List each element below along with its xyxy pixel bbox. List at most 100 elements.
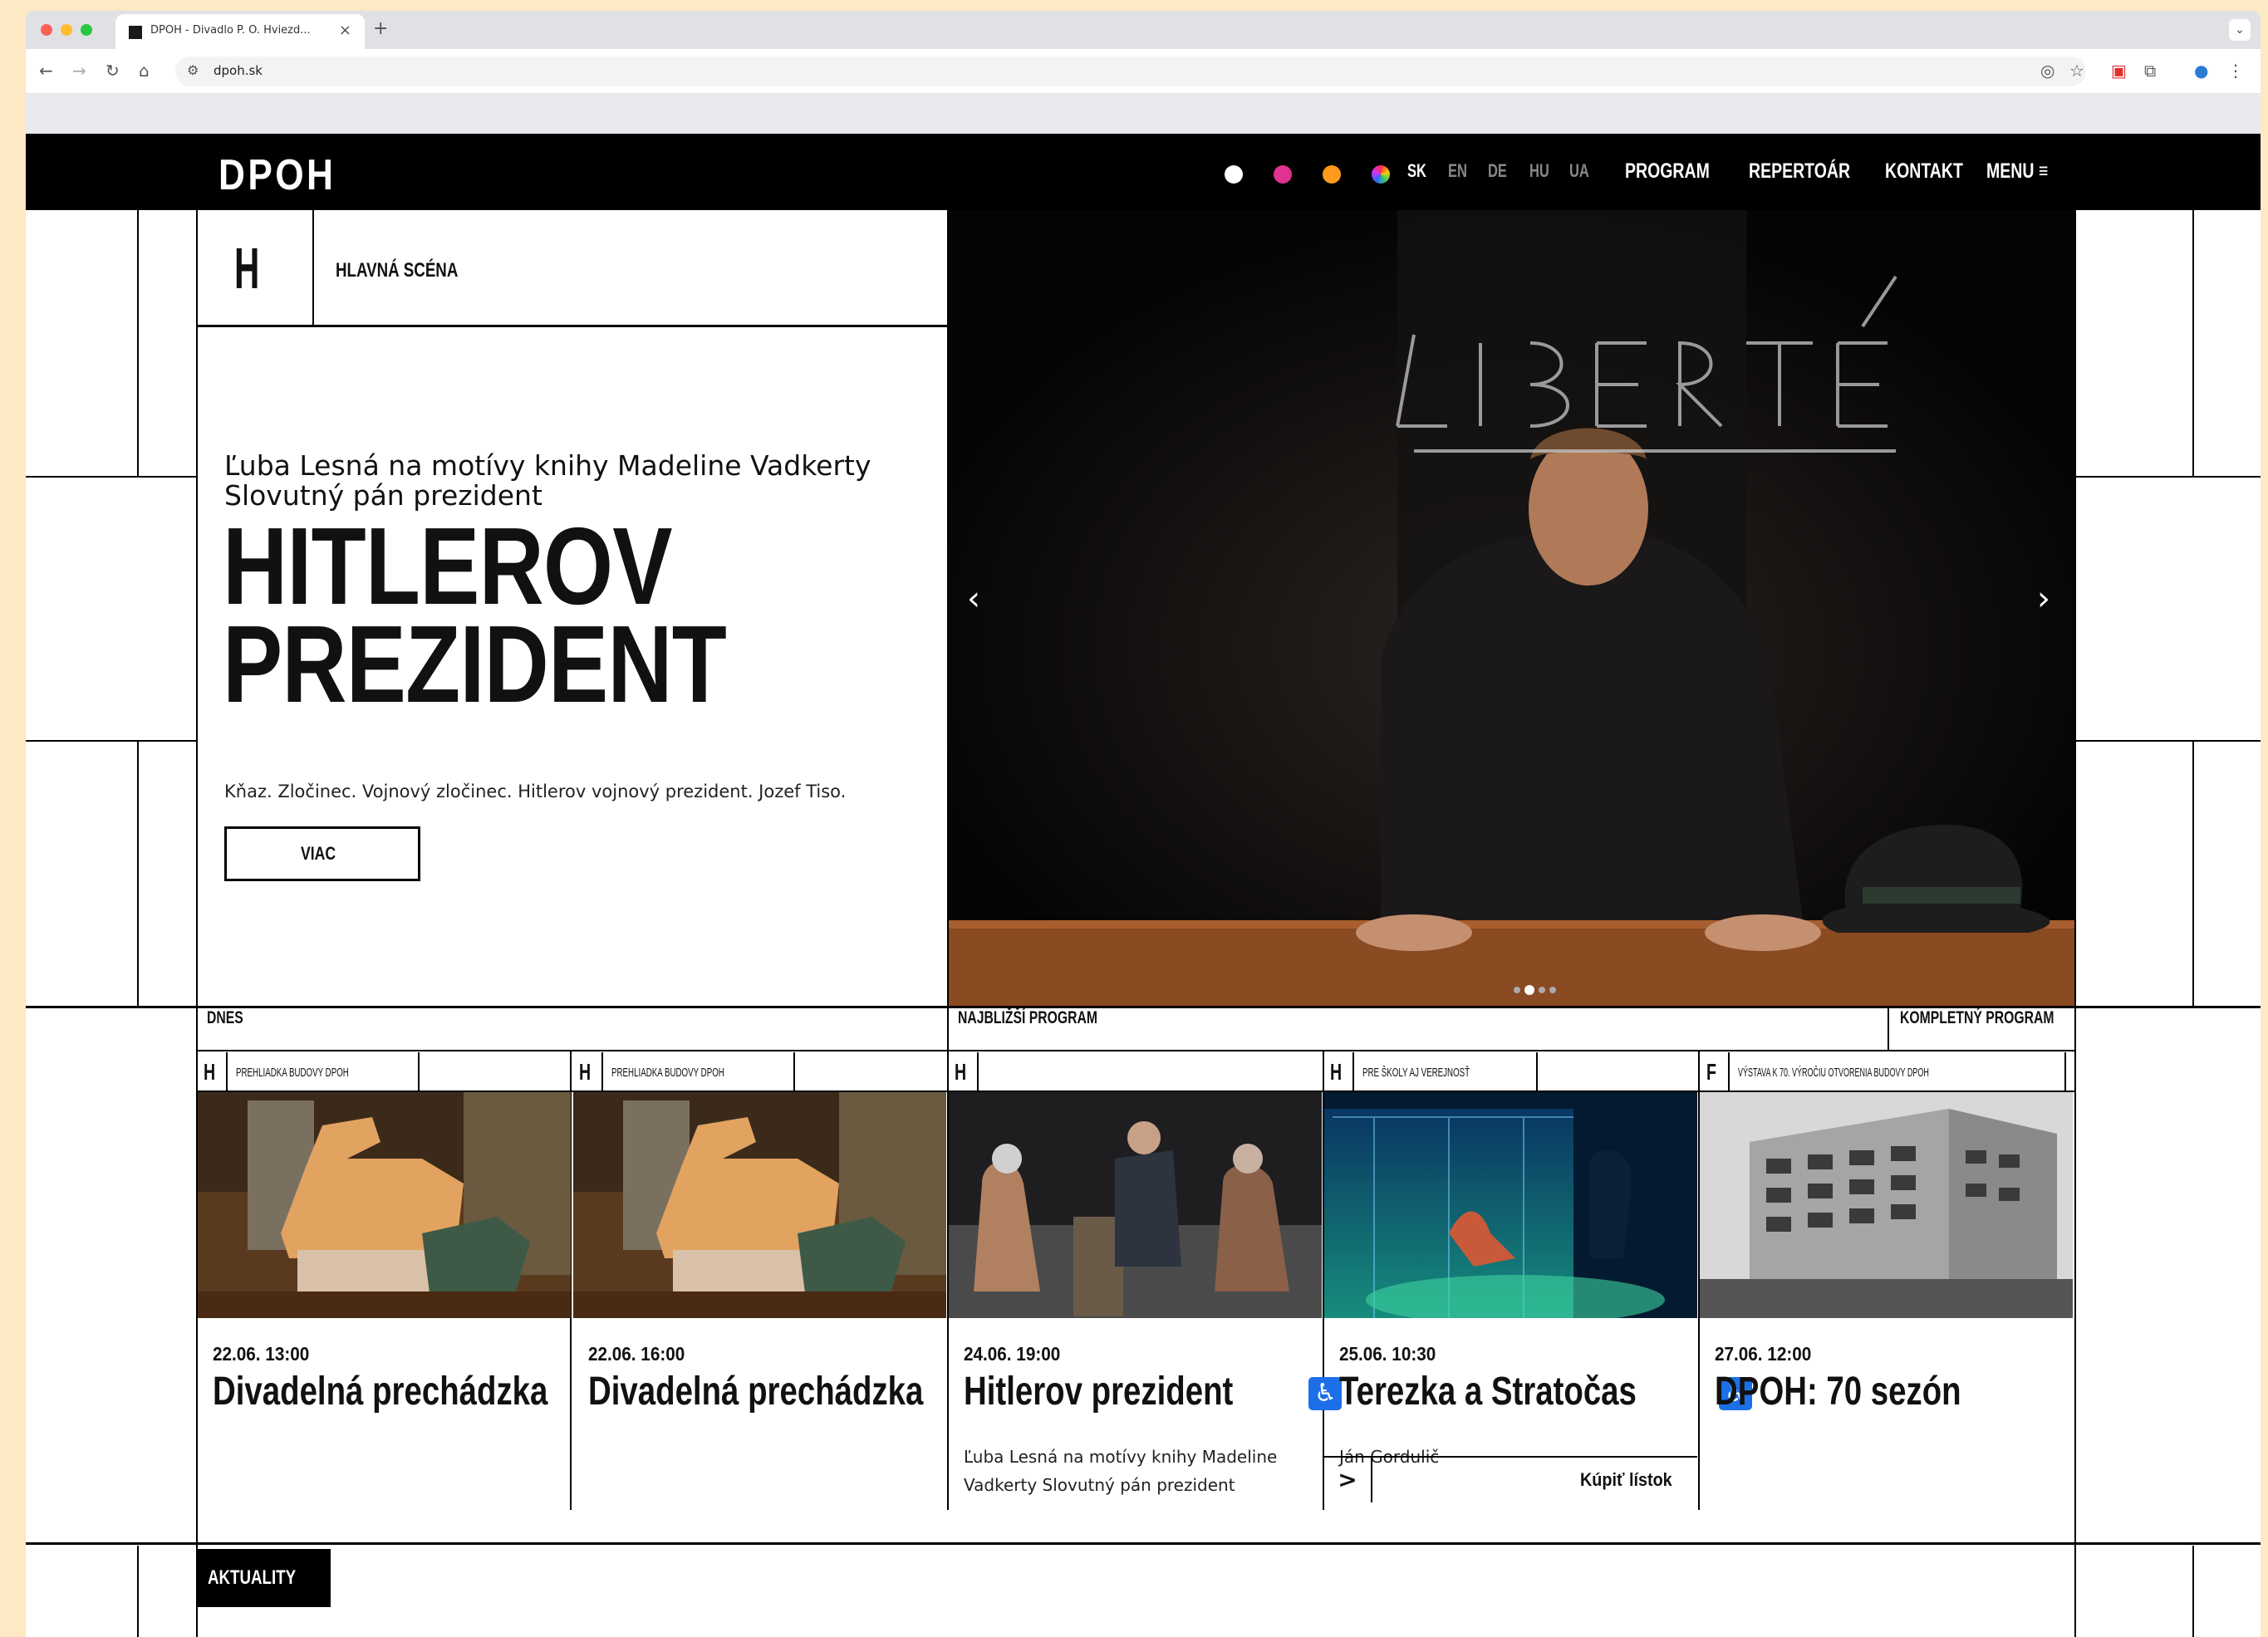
nav-program[interactable]: PROGRAM [1625, 159, 1710, 184]
card-badge: H [949, 1052, 979, 1092]
new-tab-button[interactable]: + [373, 18, 388, 39]
home-icon[interactable]: ⌂ [139, 61, 150, 81]
tab-search-button[interactable]: ⌄ [2229, 19, 2251, 41]
badge-icon-text: H [578, 1059, 592, 1085]
site-logo[interactable]: DPOH [218, 150, 336, 200]
extension-icon[interactable]: ▣ [2111, 61, 2127, 81]
close-tab-icon[interactable]: × [339, 22, 351, 39]
lang-en[interactable]: EN [1448, 160, 1467, 182]
card-tag-text: PREHLIADKA BUDOVY DPOH [236, 1066, 349, 1080]
card-date: 22.06. 16:00 [588, 1343, 695, 1365]
program-card[interactable]: H PRE ŠKOLY AJ VEREJNOSŤ 25.06. 10:30 Te… [1324, 1052, 1753, 1507]
card-title[interactable]: DPOH: 70 sezón [1715, 1368, 2023, 1414]
url-text: dpoh.sk [214, 63, 263, 78]
card-date-text: 25.06. 10:30 [1339, 1343, 1436, 1365]
hero-title-line1: HITLEROV [223, 505, 672, 627]
buy-ticket-link[interactable]: Kúpiť lístok [1580, 1469, 1682, 1491]
hamburger-icon: ≡ [2038, 159, 2049, 183]
forward-icon[interactable]: → [72, 61, 86, 81]
grid-line [198, 1050, 2074, 1051]
program-card[interactable]: H PREHLIADKA BUDOVY DPOH 22.06. 16:00 Di… [573, 1052, 946, 1507]
stage-scene-photo [949, 1092, 1322, 1318]
lang-ua[interactable]: UA [1569, 160, 1589, 182]
news-section-label[interactable]: AKTUALITY [198, 1549, 331, 1607]
card-badge: H PRE ŠKOLY AJ VEREJNOSŤ [1324, 1052, 1538, 1092]
hero-slider[interactable]: ‹ › [949, 210, 2074, 1006]
more-button[interactable]: VIAC [224, 826, 420, 881]
browser-menu-icon[interactable]: ⋮ [2227, 61, 2244, 81]
program-card[interactable]: H 24.06. 19:00 Hitlerov prezident ♿ Ľuba … [949, 1052, 1343, 1507]
card-badge: F VÝSTAVA K 70. VÝROČIU OTVORENIA BUDOVY… [1700, 1052, 2067, 1092]
slide-dot[interactable] [1514, 987, 1520, 993]
prev-slide-icon[interactable]: ‹ [967, 580, 980, 618]
browser-tab[interactable]: DPOH - Divadlo P. O. Hviezd... × [115, 14, 365, 49]
site-settings-icon[interactable]: ⚙ [187, 62, 199, 78]
card-date-text: 22.06. 16:00 [588, 1343, 685, 1365]
slide-dot[interactable] [1549, 987, 1556, 993]
maximize-window-button[interactable] [81, 24, 92, 36]
theme-orange-dot[interactable] [1323, 165, 1341, 184]
card-date-text: 22.06. 13:00 [213, 1343, 310, 1365]
eye-off-icon[interactable]: ◎ [2040, 61, 2054, 81]
grid-line [2192, 210, 2194, 478]
nav-kontakt[interactable]: KONTAKT [1885, 159, 1963, 184]
stage-h-icon: H [573, 1052, 603, 1092]
card-date-text: 27.06. 12:00 [1715, 1343, 1812, 1365]
program-card[interactable]: F VÝSTAVA K 70. VÝROČIU OTVORENIA BUDOVY… [1700, 1052, 2073, 1507]
card-title[interactable]: Terezka a Stratočas ♿ [1339, 1368, 1753, 1414]
slide-dot[interactable] [1539, 987, 1545, 993]
grid-line [26, 740, 196, 742]
theme-pink-dot[interactable] [1274, 165, 1292, 184]
card-tag-text: PREHLIADKA BUDOVY DPOH [611, 1066, 724, 1080]
ticket-arrow-icon[interactable]: > [1324, 1458, 1372, 1502]
nav-repertoar[interactable]: REPERTOÁR [1749, 159, 1850, 184]
reload-icon[interactable]: ↻ [106, 61, 120, 81]
card-title[interactable]: Hitlerov prezident ♿ [964, 1368, 1343, 1414]
horse-set-photo [573, 1092, 946, 1318]
card-title-text: Terezka a Stratočas [1339, 1370, 1637, 1414]
hero-text-panel: H HLAVNÁ SCÉNA Ľuba Lesná na motívy knih… [198, 210, 949, 1006]
card-note: Ľuba Lesná na motívy knihy Madeline Vadk… [964, 1447, 1278, 1495]
hero-title[interactable]: HITLEROV PREZIDENT [223, 505, 727, 725]
card-date: 27.06. 12:00 [1715, 1343, 1822, 1365]
card-title[interactable]: Divadelná prechádzka [588, 1368, 1007, 1414]
card-title-text: DPOH: 70 sezón [1715, 1370, 1961, 1414]
hero-title-line2: PREZIDENT [223, 603, 727, 725]
news-label-text: AKTUALITY [208, 1566, 297, 1589]
card-title[interactable]: Divadelná prechádzka [213, 1368, 631, 1414]
bookmarks-strip [26, 94, 2261, 134]
bookmark-star-icon[interactable]: ☆ [2069, 61, 2084, 81]
theme-white-dot[interactable] [1225, 165, 1243, 184]
hero-photo [949, 210, 2074, 1006]
card-badge: H PREHLIADKA BUDOVY DPOH [198, 1052, 420, 1092]
card-date: 22.06. 13:00 [213, 1343, 320, 1365]
upcoming-label-text: NAJBLIŽŠÍ PROGRAM [958, 1008, 1098, 1027]
full-program-link[interactable]: KOMPLETNÝ PROGRAM [1900, 1007, 2105, 1028]
browser-toolbar: ← → ↻ ⌂ ⚙ dpoh.sk ◎ ☆ ▣ ⧉ ● ⋮ [26, 49, 2261, 94]
lang-de[interactable]: DE [1488, 160, 1507, 182]
program-card[interactable]: H PREHLIADKA BUDOVY DPOH 22.06. 13:00 Di… [198, 1052, 571, 1507]
badge-icon-text: H [954, 1059, 967, 1085]
slide-dot-active[interactable] [1524, 985, 1534, 995]
card-tag: VÝSTAVA K 70. VÝROČIU OTVORENIA BUDOVY D… [1730, 1052, 2067, 1092]
lang-hu[interactable]: HU [1529, 160, 1549, 182]
menu-label: MENU [1986, 159, 2035, 183]
next-slide-icon[interactable]: › [2037, 580, 2050, 618]
card-date: 24.06. 19:00 [964, 1343, 1071, 1365]
grid-line [26, 476, 196, 478]
minimize-window-button[interactable] [61, 24, 72, 36]
card-badge: H PREHLIADKA BUDOVY DPOH [573, 1052, 795, 1092]
extensions-puzzle-icon[interactable]: ⧉ [2144, 61, 2156, 81]
foyer-f-icon: F [1700, 1052, 1730, 1092]
lang-sk[interactable]: SK [1407, 160, 1426, 182]
back-icon[interactable]: ← [39, 61, 53, 81]
grid-line [947, 1008, 949, 1050]
theme-rainbow-dot[interactable] [1372, 165, 1390, 184]
close-window-button[interactable] [41, 24, 52, 36]
stage-h-icon: H [198, 1052, 228, 1092]
card-image [949, 1092, 1322, 1318]
grid-line [1888, 1008, 1889, 1050]
address-bar[interactable]: ⚙ dpoh.sk [175, 56, 2086, 86]
nav-menu[interactable]: MENU ≡ [1986, 159, 2048, 184]
profile-avatar-icon[interactable]: ● [2194, 61, 2208, 81]
